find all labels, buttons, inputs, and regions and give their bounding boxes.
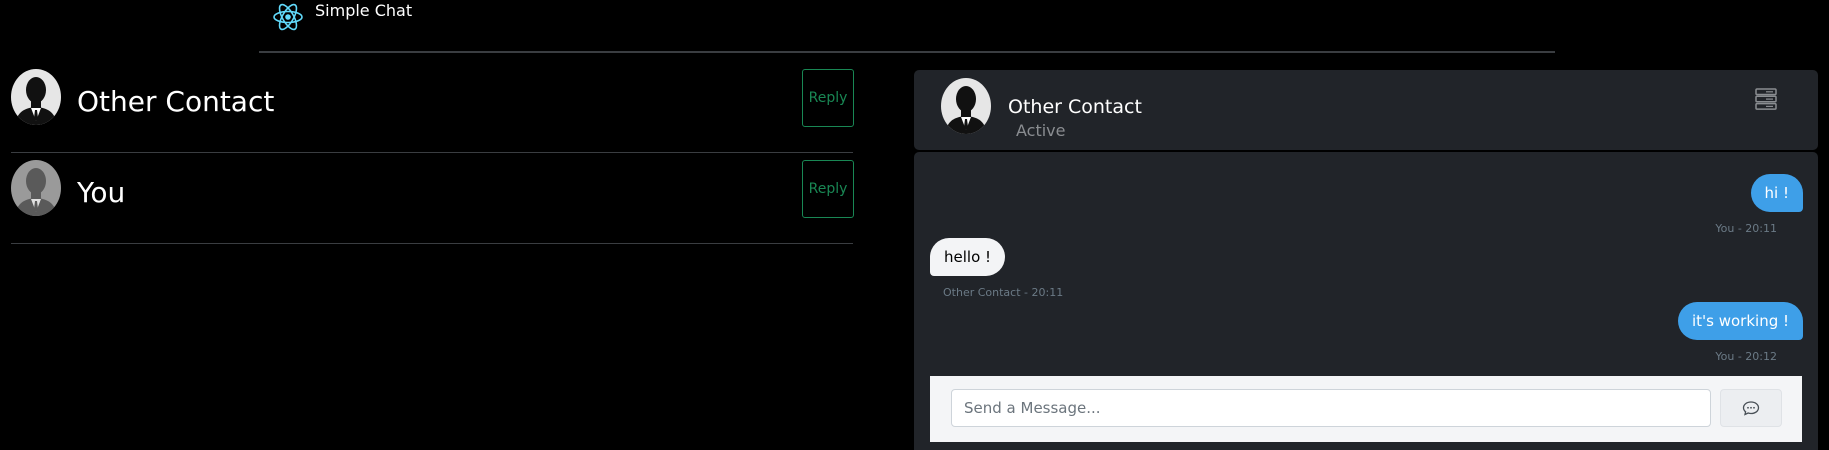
- react-logo-icon: [271, 0, 305, 34]
- man-in-suit-avatar: [11, 69, 61, 125]
- send-button[interactable]: [1720, 389, 1782, 427]
- gray-silhouette-avatar: [11, 160, 61, 216]
- chat-messages: hi ! You - 20:11 hello ! Other Contact -…: [914, 152, 1818, 450]
- contact-row-you: You Reply: [11, 153, 854, 244]
- message-meta: You - 20:12: [1715, 350, 1777, 363]
- contact-list: Other Contact Reply You Reply: [11, 62, 854, 244]
- chat-contact-name: Other Contact: [1008, 96, 1142, 118]
- message-bubble-sent: hi !: [1750, 174, 1803, 212]
- contact-row-other-contact: Other Contact Reply: [11, 62, 854, 153]
- app-header: Simple Chat: [259, 0, 1555, 53]
- chat-bubble-icon: [1721, 400, 1781, 416]
- message-meta: You - 20:11: [1715, 222, 1777, 235]
- message-meta: Other Contact - 20:11: [943, 286, 1064, 299]
- chat-status: Active: [1016, 121, 1066, 140]
- message-composer: [930, 376, 1802, 442]
- message-bubble-sent: it's working !: [1677, 302, 1803, 340]
- server-stack-icon[interactable]: [1754, 88, 1778, 110]
- reply-button[interactable]: Reply: [802, 69, 854, 127]
- app-title: Simple Chat: [315, 1, 413, 20]
- chat-header: Other Contact Active: [914, 70, 1818, 150]
- message-bubble-received: hello !: [930, 238, 1006, 276]
- man-in-suit-avatar: [941, 78, 991, 134]
- contact-name: You: [77, 176, 126, 209]
- contact-name: Other Contact: [77, 85, 275, 118]
- message-input[interactable]: [951, 389, 1711, 427]
- reply-button[interactable]: Reply: [802, 160, 854, 218]
